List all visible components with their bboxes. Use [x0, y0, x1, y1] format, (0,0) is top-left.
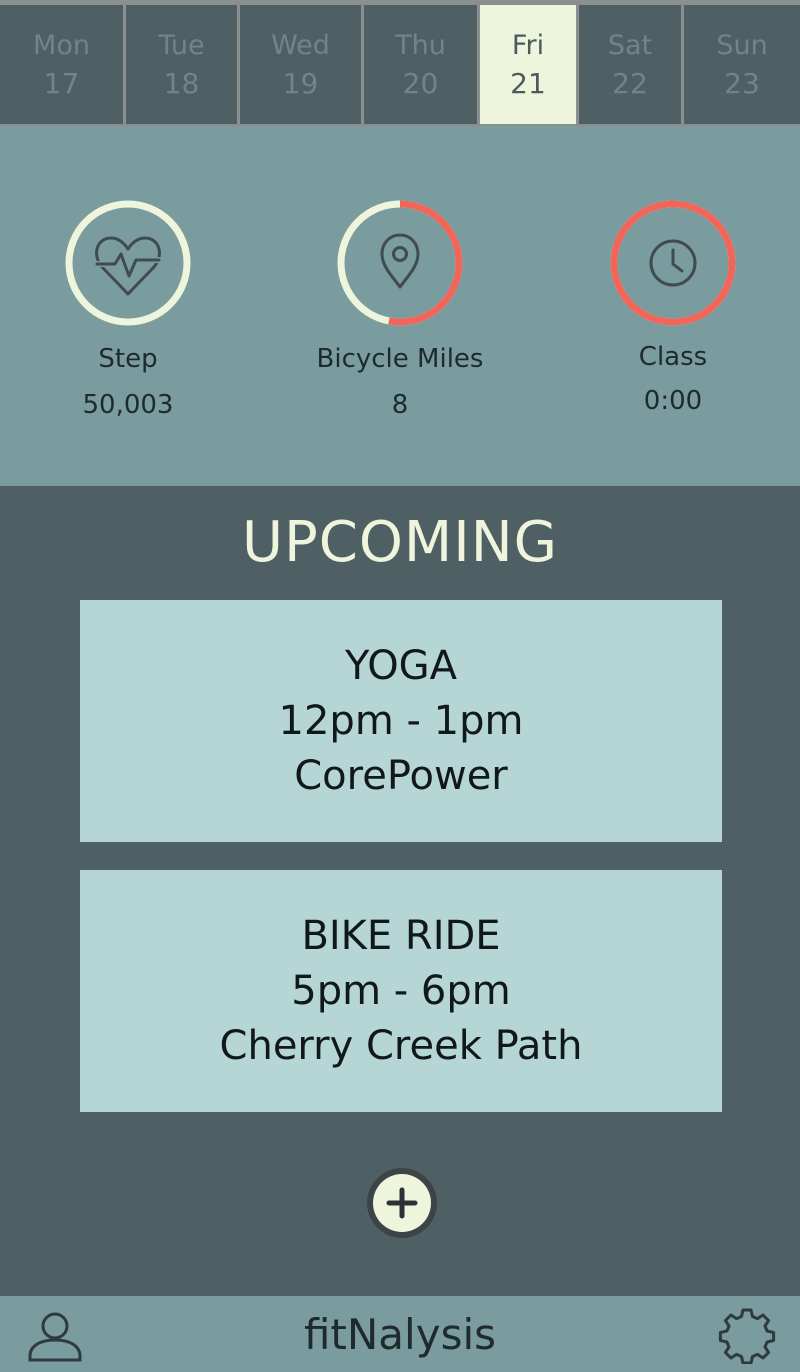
day-tab-tue[interactable]: Tue 18 [126, 5, 237, 124]
day-tab-wed[interactable]: Wed 19 [240, 5, 361, 124]
event-name: YOGA [344, 642, 458, 689]
day-tab-sun[interactable]: Sun 23 [684, 5, 800, 124]
class-progress-ring [610, 200, 736, 326]
event-name: BIKE RIDE [301, 912, 501, 959]
day-name: Mon [33, 29, 90, 61]
step-label: Step [98, 344, 158, 374]
class-label: Class [638, 342, 708, 372]
event-card[interactable]: BIKE RIDE 5pm - 6pm Cherry Creek Path [80, 870, 722, 1112]
day-name: Fri [511, 29, 545, 61]
day-name: Sat [607, 29, 653, 61]
day-number: 19 [282, 66, 319, 100]
upcoming-title: UPCOMING [241, 510, 559, 575]
plus-icon [386, 1187, 418, 1219]
stat-bicycle-miles[interactable]: Bicycle Miles 8 [290, 198, 510, 422]
event-card[interactable]: YOGA 12pm - 1pm CorePower [80, 600, 722, 842]
day-name: Thu [395, 29, 446, 61]
event-time: 5pm - 6pm [291, 967, 511, 1014]
bottom-bar: fitNalysis [0, 1296, 800, 1372]
stat-class[interactable]: Class 0:00 [563, 198, 783, 418]
day-name: Sun [716, 29, 768, 61]
day-number: 18 [163, 66, 200, 100]
bike-value: 8 [391, 390, 409, 420]
day-number: 23 [724, 66, 760, 100]
gear-icon[interactable] [718, 1306, 776, 1364]
day-name: Wed [271, 29, 330, 61]
step-progress-ring [65, 200, 191, 326]
day-tab-thu[interactable]: Thu 20 [364, 5, 477, 124]
class-value: 0:00 [643, 386, 703, 416]
stats-panel: Step 50,003 Bicycle Miles 8 Class 0:00 [0, 126, 800, 486]
heartbeat-icon [94, 236, 162, 296]
day-tab-sat[interactable]: Sat 22 [579, 5, 681, 124]
day-number: 21 [510, 66, 546, 100]
day-number: 20 [402, 66, 439, 100]
location-pin-icon [380, 233, 420, 289]
clock-icon [649, 239, 697, 287]
event-place: Cherry Creek Path [219, 1022, 583, 1069]
day-tab-mon[interactable]: Mon 17 [0, 5, 123, 124]
bike-label: Bicycle Miles [316, 344, 484, 374]
bike-progress-ring [337, 200, 463, 326]
day-tab-fri[interactable]: Fri 21 [480, 5, 576, 124]
event-time: 12pm - 1pm [278, 697, 524, 744]
stat-step[interactable]: Step 50,003 [18, 198, 238, 422]
app-brand: fitNalysis [303, 1309, 497, 1359]
day-name: Tue [158, 29, 205, 61]
event-place: CorePower [294, 752, 508, 799]
step-value: 50,003 [82, 390, 174, 420]
day-number: 22 [612, 66, 648, 100]
day-selector: Mon 17 Tue 18 Wed 19 Thu 20 Fri 21 Sat 2… [0, 0, 800, 126]
day-number: 17 [43, 66, 80, 100]
add-event-button[interactable] [367, 1168, 437, 1238]
